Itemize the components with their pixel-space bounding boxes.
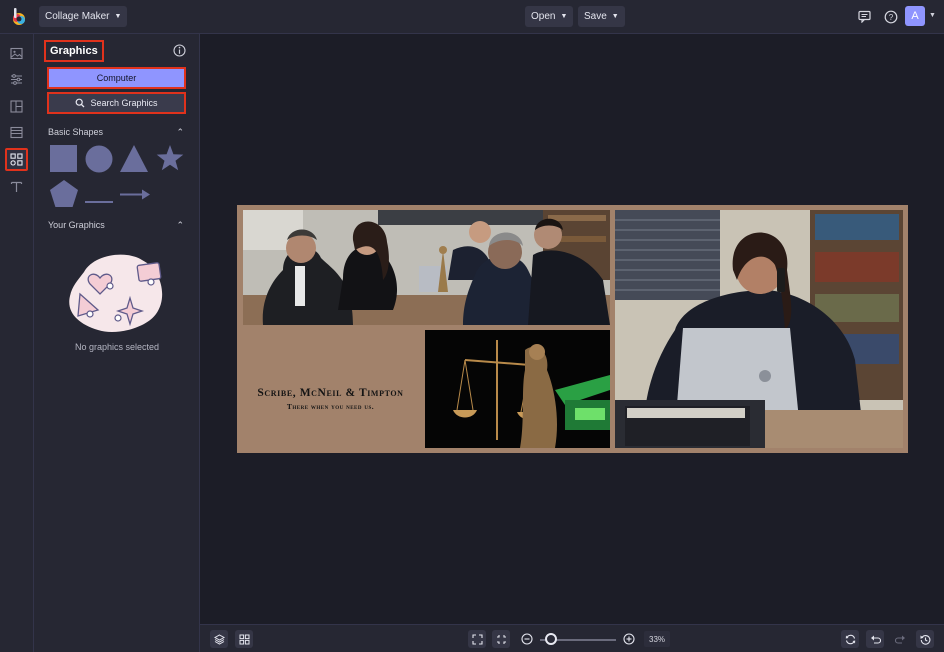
befunky-logo[interactable] [8,6,30,28]
panel-title: Graphics [44,40,104,62]
shape-pentagon[interactable] [50,180,78,212]
rail-item-adjust[interactable] [5,68,28,91]
shape-square[interactable] [50,145,77,177]
canvas-area: Scribe, McNeil & Timpton There when you … [200,34,944,624]
svg-text:?: ? [888,13,893,22]
empty-graphics-illustration [64,250,168,338]
layout-icon [10,100,23,113]
empty-graphics-text: No graphics selected [74,342,160,352]
zoom-level-label[interactable]: 33% [644,631,671,647]
save-label: Save [584,11,607,22]
save-button[interactable]: Save ▼ [578,6,625,27]
justice-statue-photo[interactable] [425,330,610,448]
undo-icon[interactable] [866,630,884,648]
graphics-panel: Graphics Computer Search Graphics Basic … [34,34,200,652]
collage-maker-dropdown[interactable]: Collage Maker ▼ [39,6,128,27]
rail-item-image[interactable] [5,42,28,65]
chevron-up-icon: ⌃ [176,127,184,137]
text-icon [10,181,23,192]
zoom-slider-handle[interactable] [545,633,557,645]
shape-triangle[interactable] [120,145,148,177]
caption-title: Scribe, McNeil & Timpton [257,387,404,399]
search-graphics-button[interactable]: Search Graphics [47,92,186,114]
fit-to-screen-icon[interactable] [468,630,486,648]
grid-icon[interactable] [235,630,253,648]
history-icon[interactable] [916,630,934,648]
computer-upload-button[interactable]: Computer [47,67,186,89]
your-graphics-label: Your Graphics [48,220,105,230]
your-graphics-header[interactable]: Your Graphics ⌃ [48,220,184,231]
chat-icon[interactable] [854,6,875,27]
phone-call-photo[interactable] [615,210,903,448]
actual-size-icon[interactable] [492,630,510,648]
rail-item-layouts[interactable] [5,95,28,118]
tool-rail [0,34,34,652]
collage-caption[interactable]: Scribe, McNeil & Timpton There when you … [239,387,422,411]
image-icon [10,47,23,60]
meeting-photo[interactable] [243,210,610,325]
search-icon [76,98,85,108]
basic-shapes-label: Basic Shapes [48,127,104,137]
layers-icon[interactable] [210,630,228,648]
basic-shapes-header[interactable]: Basic Shapes ⌃ [48,127,184,138]
shape-circle[interactable] [85,145,113,178]
redo-icon[interactable] [891,630,909,648]
chevron-up-icon: ⌃ [176,220,184,230]
graphics-icon [10,153,23,166]
sliders-icon [11,74,22,85]
zoom-out-icon[interactable] [518,630,536,648]
search-graphics-label: Search Graphics [90,98,158,108]
collage-maker-label: Collage Maker [45,11,110,22]
zoom-in-icon[interactable] [620,630,638,648]
shape-arrow[interactable] [120,187,150,205]
open-label: Open [531,11,556,22]
chevron-down-icon: ▼ [560,13,568,20]
background-icon [10,126,23,139]
caption-subtitle: There when you need us. [286,402,375,411]
rail-item-graphics[interactable] [5,148,28,171]
open-button[interactable]: Open ▼ [525,6,574,27]
rail-item-text[interactable] [5,175,28,198]
refresh-icon[interactable] [841,630,859,648]
shape-line[interactable] [85,191,113,209]
chevron-down-icon[interactable]: ▼ [929,12,936,19]
collage[interactable]: Scribe, McNeil & Timpton There when you … [237,205,908,453]
shape-star[interactable] [156,144,184,177]
chevron-down-icon: ▼ [611,13,619,20]
info-icon[interactable] [173,44,186,57]
rail-item-background[interactable] [5,121,28,144]
top-bar: Collage Maker ▼ Open ▼ Save ▼ ? A ▼ [0,0,944,34]
chevron-down-icon: ▼ [114,13,122,20]
help-icon[interactable]: ? [880,6,901,27]
avatar[interactable]: A [905,6,925,26]
bottom-bar: 33% [200,624,944,652]
